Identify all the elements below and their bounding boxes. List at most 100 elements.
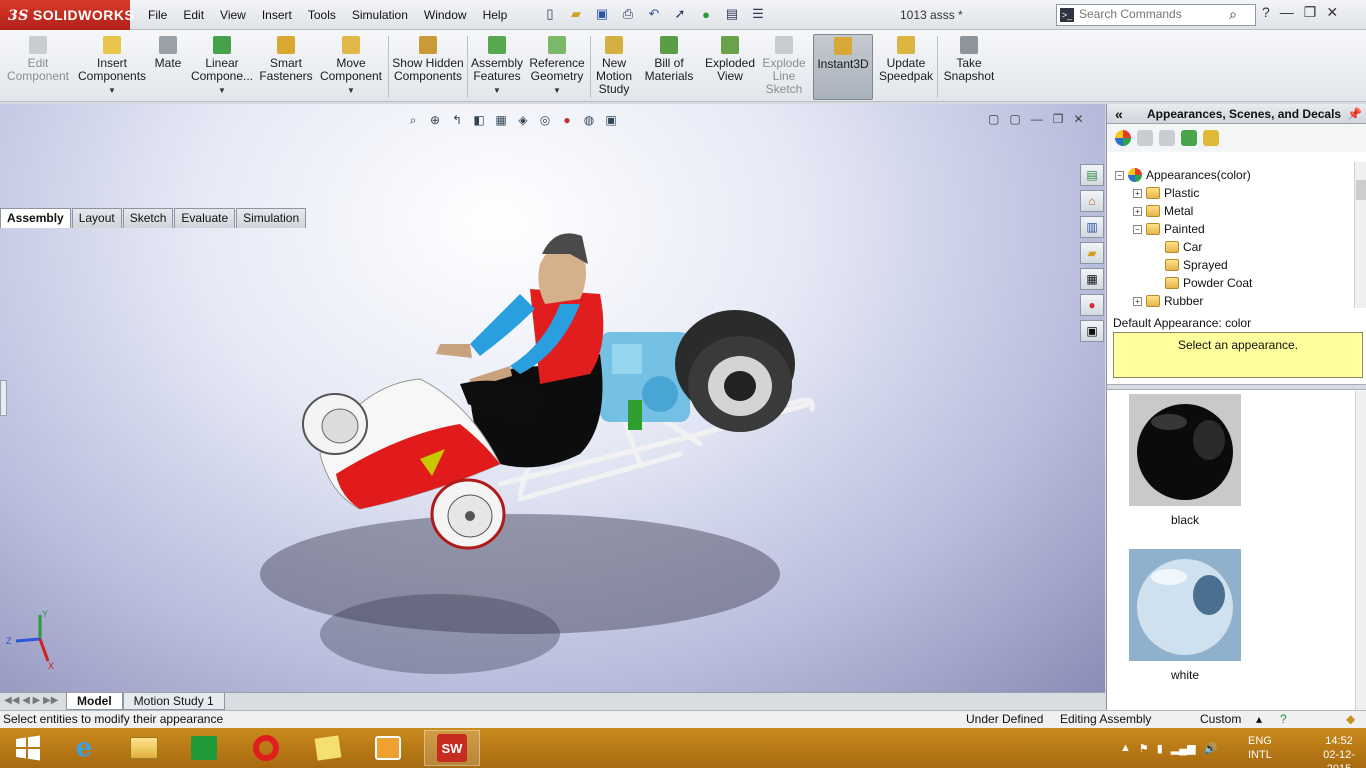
tree-node-powder-coat[interactable]: Powder Coat (1165, 274, 1252, 292)
media-player-button[interactable] (360, 730, 416, 766)
pin-icon[interactable]: 📌 (1347, 104, 1362, 124)
minimize-icon[interactable]: — (1280, 4, 1294, 21)
reference-geometry-button[interactable]: Reference Geometry ▼ (528, 34, 586, 100)
menu-view[interactable]: View (212, 0, 254, 30)
help-icon[interactable]: ? (1262, 4, 1270, 21)
viewport-restore-icon[interactable]: ❐ (1053, 112, 1064, 126)
take-snapshot-button[interactable]: Take Snapshot (940, 34, 998, 100)
view-palette-tab-icon[interactable]: ▦ (1080, 268, 1104, 290)
file-explorer-button[interactable] (116, 730, 172, 766)
navigate-up-icon[interactable] (1203, 130, 1219, 146)
print-icon[interactable]: ⎙ (618, 4, 638, 24)
menu-edit[interactable]: Edit (175, 0, 212, 30)
collapse-icon[interactable]: − (1115, 170, 1124, 180)
expand-icon[interactable]: + (1133, 296, 1142, 306)
explode-line-sketch-button[interactable]: Explode Line Sketch (760, 34, 808, 100)
open-folder-icon[interactable]: ▰ (566, 4, 586, 24)
viewport-tile-icon[interactable]: ▢ (988, 112, 999, 126)
pane-splitter[interactable] (1107, 384, 1366, 390)
show-hidden-icons-chevron-icon[interactable]: ▲ (1120, 742, 1131, 754)
add-folder-icon[interactable] (1137, 130, 1153, 146)
menu-simulation[interactable]: Simulation (344, 0, 416, 30)
refresh-icon[interactable] (1181, 130, 1197, 146)
open-folder-icon[interactable] (1159, 130, 1175, 146)
custom-properties-tab-icon[interactable]: ▣ (1080, 320, 1104, 342)
move-component-button[interactable]: Move Component ▼ (318, 34, 384, 100)
rear-wheel[interactable] (675, 310, 795, 432)
viewport-minimize-icon[interactable]: — (1031, 112, 1043, 126)
tab-evaluate[interactable]: Evaluate (174, 208, 236, 228)
hide-show-items-icon[interactable]: ◎ (537, 112, 553, 128)
zoom-to-area-icon[interactable]: ⊕ (427, 112, 443, 128)
design-library-tab-icon[interactable]: ▥ (1080, 216, 1104, 238)
undo-icon[interactable]: ↶ (644, 4, 664, 24)
swatch-black[interactable]: black (1129, 394, 1241, 527)
expand-icon[interactable]: + (1133, 188, 1142, 198)
start-button[interactable] (0, 730, 56, 766)
notification-icon[interactable]: ◆ (1346, 711, 1355, 728)
windows-store-button[interactable] (176, 730, 232, 766)
viewport-close-icon[interactable]: ✕ (1073, 112, 1083, 126)
search-input[interactable] (1079, 7, 1229, 21)
chevron-down-icon[interactable]: ▼ (218, 84, 226, 97)
smart-fasteners-button[interactable]: Smart Fasteners (258, 34, 314, 100)
menu-tools[interactable]: Tools (300, 0, 344, 30)
units-selector[interactable]: Custom (1200, 711, 1241, 728)
update-speedpak-button[interactable]: Update Speedpak (878, 34, 934, 100)
solidworks-resources-tab-icon[interactable]: ▤ (1080, 164, 1104, 186)
tab-model[interactable]: Model (66, 693, 123, 710)
quick-tips-icon[interactable]: ? (1280, 711, 1287, 728)
tab-assembly[interactable]: Assembly (0, 208, 71, 228)
battery-icon[interactable]: ▮ (1157, 742, 1163, 755)
new-motion-study-button[interactable]: New Motion Study (592, 34, 636, 100)
gallery-scrollbar[interactable] (1355, 391, 1366, 710)
solidworks-logo[interactable]: 3S SOLIDWORKS (0, 0, 134, 30)
show-hidden-components-button[interactable]: Show Hidden Components (392, 34, 464, 100)
front-left-wheel[interactable] (302, 393, 368, 455)
tab-layout[interactable]: Layout (71, 208, 122, 228)
chevron-down-icon[interactable]: ▼ (493, 84, 501, 97)
expand-icon[interactable]: + (1133, 206, 1142, 216)
options-icon[interactable]: ☰ (748, 4, 768, 24)
mate-button[interactable]: Mate (150, 34, 186, 100)
chevron-up-icon[interactable]: ▴ (1256, 711, 1262, 728)
tab-sketch[interactable]: Sketch (122, 208, 174, 228)
engine-block[interactable] (600, 332, 690, 430)
tree-node-sprayed[interactable]: Sprayed (1165, 256, 1228, 274)
network-icon[interactable]: ▂▄▆ (1171, 742, 1196, 755)
save-icon[interactable]: ▣ (592, 4, 612, 24)
rebuild-traffic-light-icon[interactable]: ● (696, 4, 716, 24)
chevron-down-icon[interactable]: ▼ (347, 84, 355, 97)
menu-window[interactable]: Window (416, 0, 475, 30)
chevron-down-icon[interactable]: ▼ (553, 84, 561, 97)
tree-node-painted[interactable]: − Painted (1133, 220, 1205, 238)
feature-manager-collapse-handle[interactable] (0, 380, 7, 416)
display-style-icon[interactable]: ◈ (515, 112, 531, 128)
search-icon[interactable]: ⌕ (1229, 6, 1237, 23)
tree-node-rubber[interactable]: + Rubber (1133, 292, 1203, 310)
zoom-to-fit-icon[interactable]: ⌕ (405, 112, 421, 128)
kart-model[interactable] (0, 104, 1105, 692)
tab-motion-study-1[interactable]: Motion Study 1 (122, 693, 225, 710)
bill-of-materials-button[interactable]: Bill of Materials (640, 34, 698, 100)
tree-node-metal[interactable]: + Metal (1133, 202, 1193, 220)
front-right-wheel[interactable] (430, 478, 506, 550)
menu-insert[interactable]: Insert (254, 0, 300, 30)
previous-view-icon[interactable]: ↰ (449, 112, 465, 128)
solidworks-taskbar-button[interactable]: SW (424, 730, 480, 766)
tree-scrollbar[interactable] (1354, 162, 1366, 308)
assembly-features-button[interactable]: Assembly Features ▼ (470, 34, 524, 100)
restore-icon[interactable]: ❐ (1304, 4, 1317, 21)
linear-component-pattern-button[interactable]: Linear Compone... ▼ (190, 34, 254, 100)
tree-node-car[interactable]: Car (1165, 238, 1202, 256)
system-clock[interactable]: 14:52 02-12-2015 (1312, 734, 1366, 768)
view-orientation-icon[interactable]: ▦ (493, 112, 509, 128)
volume-icon[interactable]: 🔊 (1204, 742, 1218, 755)
appearances-tab-icon[interactable]: ● (1080, 294, 1104, 316)
action-center-flag-icon[interactable]: ⚑ (1139, 742, 1149, 755)
input-language-indicator[interactable]: ENG INTL (1248, 734, 1272, 762)
edit-appearance-icon[interactable]: ● (559, 112, 575, 128)
home-tab-icon[interactable]: ⌂ (1080, 190, 1104, 212)
tab-simulation[interactable]: Simulation (236, 208, 307, 228)
insert-components-button[interactable]: Insert Components ▼ (78, 34, 146, 100)
